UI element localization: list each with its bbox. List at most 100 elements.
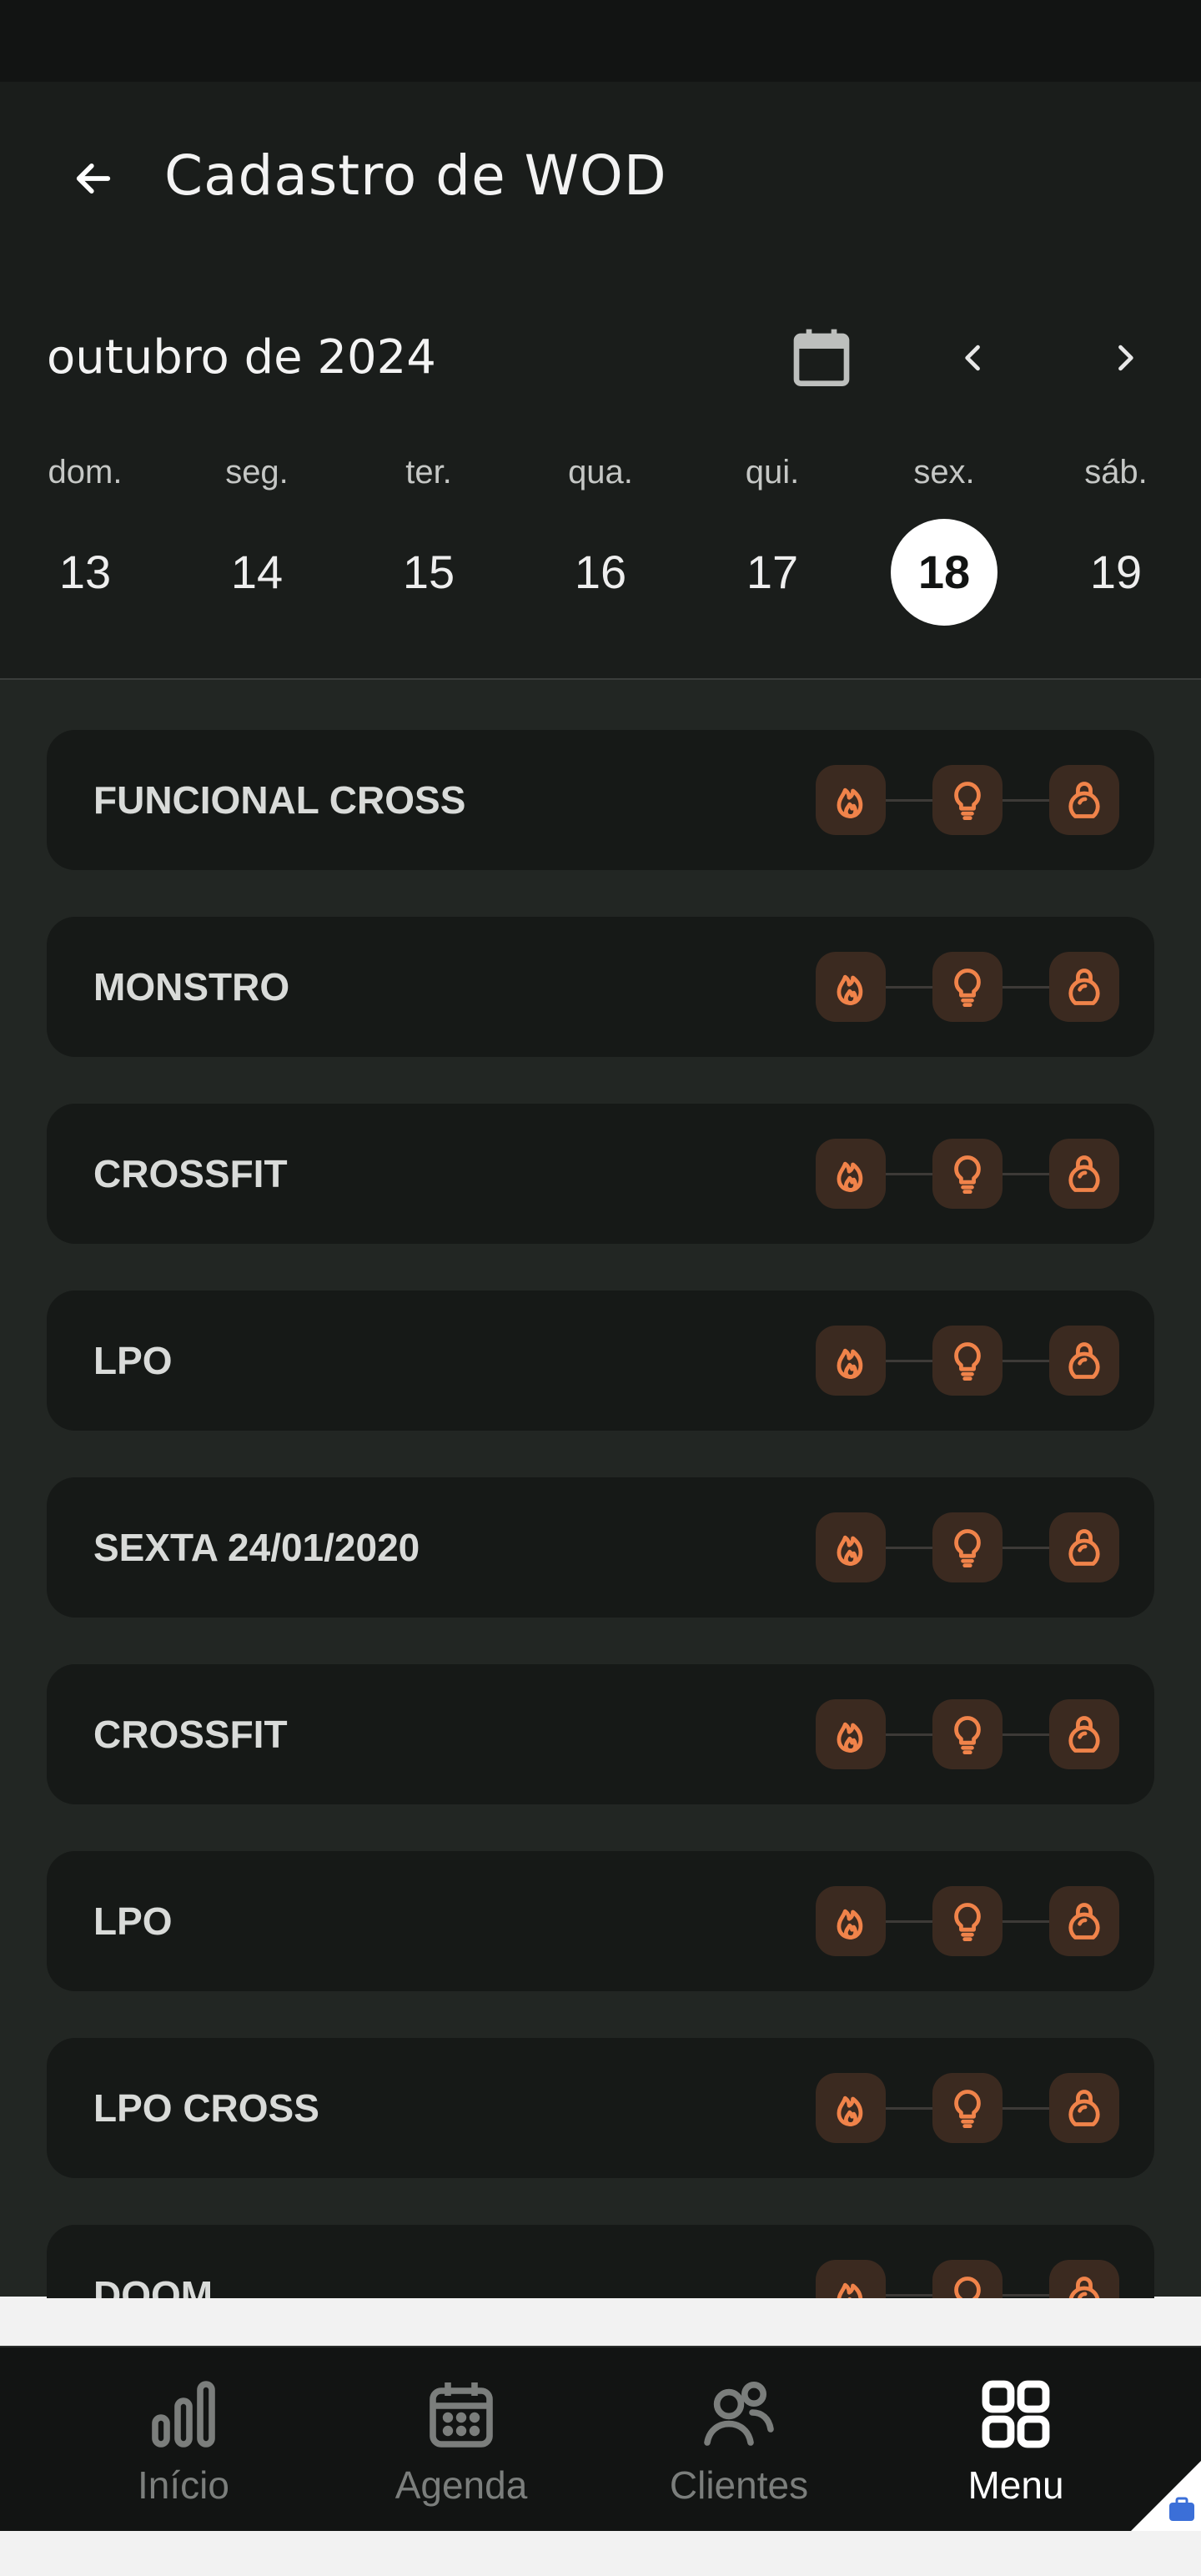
step-lightbulb-button[interactable] (932, 2260, 1003, 2298)
chevron-right-icon (1118, 345, 1133, 371)
chevron-left-icon (965, 345, 980, 371)
step-kettlebell-button[interactable] (1049, 1512, 1119, 1582)
day-tue[interactable]: ter. 15 (362, 442, 495, 626)
back-button[interactable] (60, 150, 127, 207)
wod-card[interactable]: LPO CROSS (47, 2038, 1154, 2178)
step-kettlebell-button[interactable] (1049, 765, 1119, 835)
wod-steps (816, 1512, 1119, 1582)
nav-label: Clientes (669, 2463, 809, 2507)
next-week-button[interactable] (1094, 327, 1156, 389)
wod-name: LPO (93, 1339, 173, 1382)
lightbulb-icon (954, 1716, 981, 1755)
wod-name: LPO (93, 1899, 173, 1943)
wod-card[interactable]: MONSTRO (47, 917, 1154, 1057)
calendar-icon (793, 329, 850, 386)
flame-icon (837, 2096, 863, 2126)
step-flame-button[interactable] (816, 1139, 886, 1209)
step-flame-button[interactable] (816, 1326, 886, 1396)
day-number: 18 (891, 519, 997, 626)
step-lightbulb-button[interactable] (932, 1886, 1003, 1956)
wod-steps (816, 765, 1119, 835)
wod-steps (816, 1139, 1119, 1209)
step-lightbulb-button[interactable] (932, 1512, 1003, 1582)
wod-card[interactable]: DOOM (47, 2225, 1154, 2298)
nav-label: Início (138, 2463, 229, 2507)
wod-name: MONSTRO (93, 965, 290, 1009)
day-number: 14 (230, 546, 284, 598)
step-flame-button[interactable] (816, 952, 886, 1022)
flame-icon (837, 1909, 863, 1940)
lightbulb-icon (954, 969, 981, 1008)
step-flame-button[interactable] (816, 1699, 886, 1769)
calendar-picker-button[interactable] (788, 324, 855, 390)
step-kettlebell-button[interactable] (1049, 952, 1119, 1022)
wod-name: CROSSFIT (93, 1713, 288, 1756)
step-kettlebell-button[interactable] (1049, 1139, 1119, 1209)
week-strip: dom. 13 seg. 14 ter. 15 qua. 16 qui. 17 … (0, 442, 1201, 642)
wod-card[interactable]: FUNCIONAL CROSS (47, 730, 1154, 870)
flame-icon (837, 1161, 863, 1192)
arrow-left-icon (76, 164, 111, 194)
day-sat[interactable]: sáb. 19 (1049, 442, 1183, 626)
step-lightbulb-button[interactable] (932, 765, 1003, 835)
step-flame-button[interactable] (816, 1886, 886, 1956)
status-bar (0, 0, 1201, 82)
kettlebell-icon (1068, 969, 1100, 1005)
day-name: sáb. (1084, 454, 1148, 491)
wod-card[interactable]: CROSSFIT (47, 1664, 1154, 1804)
day-name: qua. (568, 454, 633, 491)
nav-clientes[interactable]: Clientes (622, 2347, 856, 2533)
step-lightbulb-button[interactable] (932, 952, 1003, 1022)
nav-inicio[interactable]: Início (67, 2347, 300, 2533)
kettlebell-icon (1068, 1716, 1100, 1753)
step-kettlebell-button[interactable] (1049, 2260, 1119, 2298)
wod-steps (816, 1326, 1119, 1396)
step-lightbulb-button[interactable] (932, 1699, 1003, 1769)
nav-menu[interactable]: Menu (899, 2347, 1133, 2533)
kettlebell-icon (1068, 2277, 1100, 2298)
lightbulb-icon (954, 1342, 981, 1381)
lightbulb-icon (954, 2277, 981, 2298)
kettlebell-icon (1068, 1342, 1100, 1379)
day-thu[interactable]: qui. 17 (706, 442, 839, 626)
lightbulb-icon (954, 1155, 981, 1195)
day-wed[interactable]: qua. 16 (534, 442, 667, 626)
day-mon[interactable]: seg. 14 (190, 442, 324, 626)
step-kettlebell-button[interactable] (1049, 1326, 1119, 1396)
flame-icon (837, 787, 863, 818)
step-flame-button[interactable] (816, 1512, 886, 1582)
flame-icon (837, 1535, 863, 1566)
wod-list[interactable]: FUNCIONAL CROSS MONSTRO CROSSFIT LPO SEXTA 2… (0, 680, 1201, 2298)
day-name: dom. (48, 454, 123, 491)
day-fri-selected[interactable]: sex. 18 (877, 442, 1011, 626)
step-lightbulb-button[interactable] (932, 1139, 1003, 1209)
calendar-icon (430, 2382, 493, 2448)
step-lightbulb-button[interactable] (932, 1326, 1003, 1396)
wod-card[interactable]: SEXTA 24/01/2020 (47, 1477, 1154, 1618)
wod-steps (816, 952, 1119, 1022)
step-flame-button[interactable] (816, 765, 886, 835)
step-flame-button[interactable] (816, 2260, 886, 2298)
wod-name: CROSSFIT (93, 1152, 288, 1195)
step-lightbulb-button[interactable] (932, 2073, 1003, 2143)
nav-agenda[interactable]: Agenda (344, 2347, 578, 2533)
day-number: 17 (746, 546, 799, 598)
kettlebell-icon (1068, 1155, 1100, 1192)
bottom-navigation: Início Agenda Clientes Menu (0, 2346, 1201, 2533)
day-sun[interactable]: dom. 13 (18, 442, 152, 626)
step-kettlebell-button[interactable] (1049, 1699, 1119, 1769)
wod-card[interactable]: LPO (47, 1291, 1154, 1431)
kettlebell-icon (1068, 2090, 1100, 2126)
wod-name: FUNCIONAL CROSS (93, 778, 466, 822)
day-name: qui. (745, 454, 800, 491)
step-kettlebell-button[interactable] (1049, 2073, 1119, 2143)
lightbulb-icon (954, 1903, 981, 1942)
flame-icon (837, 974, 863, 1005)
wod-steps (816, 1886, 1119, 1956)
kettlebell-icon (1068, 1903, 1100, 1940)
step-flame-button[interactable] (816, 2073, 886, 2143)
wod-card[interactable]: LPO (47, 1851, 1154, 1991)
wod-card[interactable]: CROSSFIT (47, 1104, 1154, 1244)
step-kettlebell-button[interactable] (1049, 1886, 1119, 1956)
prev-week-button[interactable] (942, 327, 1004, 389)
